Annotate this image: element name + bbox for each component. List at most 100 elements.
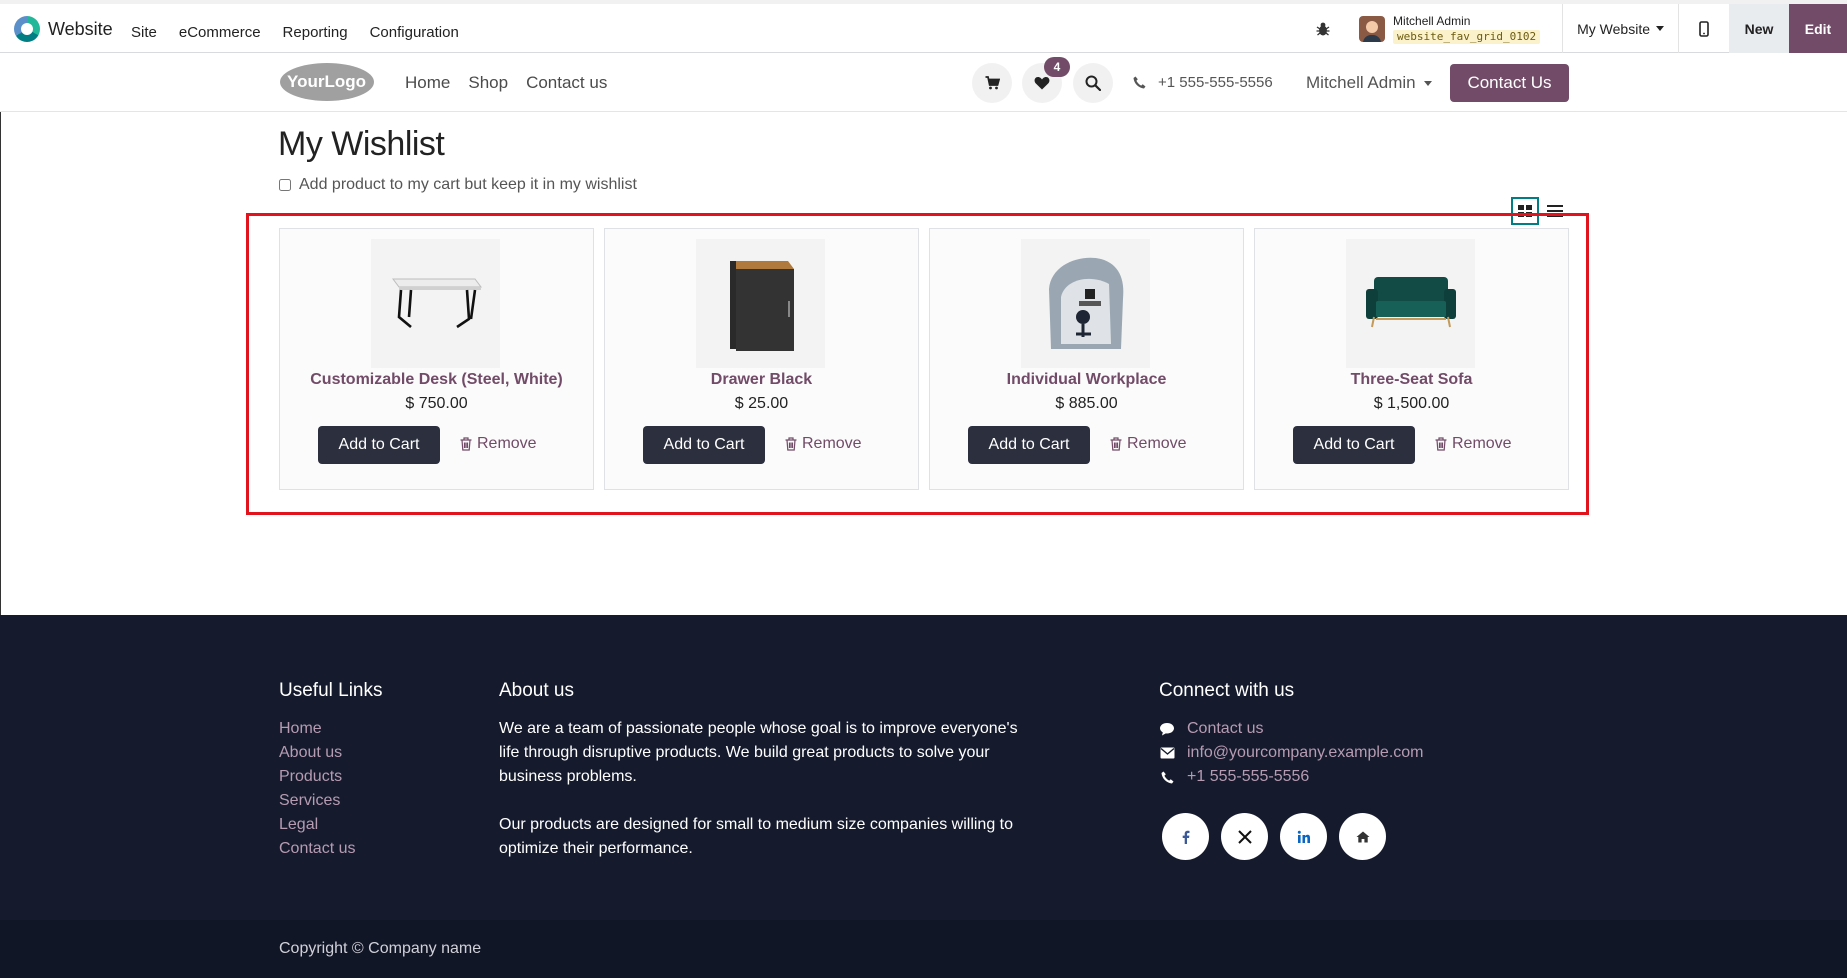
footer-contact-link[interactable]: Contact us [1159,717,1424,741]
product-image[interactable] [371,239,500,368]
envelope-icon [1160,747,1174,759]
footer-link-contact-us[interactable]: Contact us [279,837,383,861]
database-name-badge: website_fav_grid_0102 [1393,29,1541,44]
x-button[interactable] [1221,813,1268,860]
wishlist-count-badge: 4 [1044,57,1070,77]
footer-link-services[interactable]: Services [279,789,383,813]
website-switcher[interactable]: My Website [1563,21,1678,37]
wishlist-product-card: Individual Workplace $ 885.00 Add to Car… [929,228,1244,490]
about-us-column: About us We are a team of passionate peo… [499,680,1029,885]
add-to-cart-button[interactable]: Add to Cart [1293,426,1415,464]
odoo-website-app-icon [14,16,40,42]
trash-icon [1435,437,1447,451]
trash-icon [1110,437,1122,451]
header-phone-number: +1 555-555-5556 [1158,74,1273,91]
product-image[interactable] [1346,239,1475,368]
product-name[interactable]: Three-Seat Sofa [1255,371,1568,389]
admin-menu-site[interactable]: Site [131,24,157,41]
edit-button[interactable]: Edit [1789,4,1847,53]
facebook-button[interactable] [1162,813,1209,860]
product-name[interactable]: Individual Workplace [930,371,1243,389]
useful-links-column: Useful Links Home About us Products Serv… [279,680,383,861]
footer-email: info@yourcompany.example.com [1187,744,1424,761]
footer-link-home[interactable]: Home [279,717,383,741]
copyright-bar: Copyright © Company name [0,920,1847,978]
header-user-menu[interactable]: Mitchell Admin [1306,73,1432,93]
product-name[interactable]: Drawer Black [605,371,918,389]
product-price: $ 1,500.00 [1373,395,1450,412]
sofa-image [1366,277,1456,328]
phone-icon [1161,771,1173,783]
nav-shop[interactable]: Shop [468,73,508,93]
nav-contact-us[interactable]: Contact us [526,73,607,93]
footer-link-products[interactable]: Products [279,765,383,789]
footer-phone-link[interactable]: +1 555-555-5556 [1159,765,1424,789]
search-button[interactable] [1073,63,1113,103]
desk-image [392,278,482,329]
app-title: Website [48,18,113,39]
remove-from-wishlist-button[interactable]: Remove [785,435,862,453]
product-image[interactable] [1021,239,1150,368]
debug-bug-icon[interactable] [1315,21,1331,37]
page-title: My Wishlist [278,125,445,163]
product-price: $ 885.00 [1055,395,1118,412]
site-footer: Useful Links Home About us Products Serv… [0,615,1847,920]
wishlist-product-card: Drawer Black $ 25.00 Add to Cart Remove [604,228,919,490]
header-phone[interactable]: +1 555-555-5556 [1133,74,1273,91]
footer-link-legal[interactable]: Legal [279,813,383,837]
new-button[interactable]: New [1729,4,1789,53]
facebook-icon [1182,830,1189,844]
phone-icon [1133,76,1146,89]
admin-navbar: Website Site eCommerce Reporting Configu… [0,0,1847,53]
connect-title: Connect with us [1159,680,1295,701]
remove-from-wishlist-button[interactable]: Remove [1435,435,1512,453]
keep-in-wishlist-checkbox[interactable] [279,179,291,191]
admin-user-menu[interactable]: Mitchell Admin website_fav_grid_0102 [1359,13,1541,44]
trash-icon [460,437,472,451]
footer-contact-label: Contact us [1187,720,1264,737]
linkedin-button[interactable] [1280,813,1327,860]
mobile-phone-icon [1699,20,1709,37]
product-image[interactable] [696,239,825,368]
add-to-cart-button[interactable]: Add to Cart [968,426,1090,464]
x-icon [1237,829,1252,844]
home-button[interactable] [1339,813,1386,860]
wishlist-button[interactable]: 4 [1022,57,1070,103]
copyright-text: Copyright © Company name [279,940,482,957]
product-name[interactable]: Customizable Desk (Steel, White) [280,371,593,389]
app-switcher[interactable]: Website [14,16,113,42]
mobile-preview-button[interactable] [1679,20,1729,37]
heart-icon [1034,77,1050,90]
remove-from-wishlist-button[interactable]: Remove [460,435,537,453]
wishlist-product-card: Three-Seat Sofa $ 1,500.00 Add to Cart R… [1254,228,1569,490]
social-links [1162,813,1424,860]
footer-link-about-us[interactable]: About us [279,741,383,765]
connect-column: Connect with us Contact us info@yourcomp… [1159,680,1424,860]
product-price: $ 750.00 [405,395,468,412]
user-avatar [1359,15,1386,42]
remove-label: Remove [1127,435,1187,452]
trash-icon [785,437,797,451]
admin-user-name: Mitchell Admin [1393,13,1471,28]
remove-label: Remove [477,435,537,452]
keep-in-wishlist-option[interactable]: Add product to my cart but keep it in my… [279,176,637,194]
cart-button[interactable] [972,63,1012,103]
admin-menu-configuration[interactable]: Configuration [370,24,459,41]
nav-home[interactable]: Home [405,73,450,93]
about-us-text-2: Our products are designed for small to m… [499,816,1014,857]
header-contact-us-button[interactable]: Contact Us [1450,64,1569,102]
add-to-cart-button[interactable]: Add to Cart [318,426,440,464]
keep-in-wishlist-label: Add product to my cart but keep it in my… [299,176,637,193]
workplace-image [1049,257,1124,349]
remove-from-wishlist-button[interactable]: Remove [1110,435,1187,453]
company-logo[interactable]: YourLogo [279,62,375,102]
add-to-cart-button[interactable]: Add to Cart [643,426,765,464]
admin-menu-reporting[interactable]: Reporting [283,24,348,41]
admin-menu-ecommerce[interactable]: eCommerce [179,24,261,41]
header-user-name: Mitchell Admin [1306,73,1416,92]
footer-email-link[interactable]: info@yourcompany.example.com [1159,741,1424,765]
website-switcher-label: My Website [1577,20,1650,37]
viewport-edge [0,53,1,615]
useful-links-title: Useful Links [279,680,383,701]
website-header: YourLogo Home Shop Contact us 4 +1 555-5… [0,53,1847,112]
